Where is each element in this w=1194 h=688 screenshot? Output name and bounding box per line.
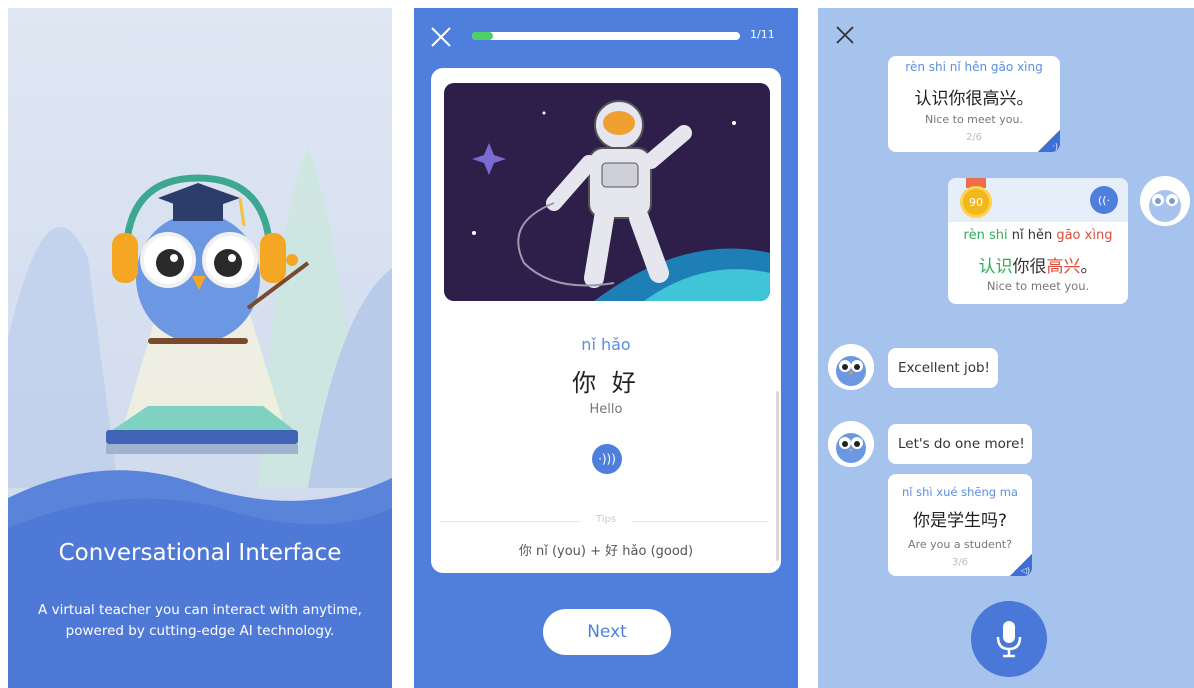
teacher-prompt-bubble: nǐ shì xué shēng ma 你是学生吗? Are you a stu… bbox=[888, 474, 1032, 576]
reply-pinyin: rèn shi nǐ hěn gāo xìng bbox=[948, 228, 1128, 243]
teacher-message: Let's do one more! bbox=[888, 424, 1032, 464]
user-avatar bbox=[1140, 176, 1190, 226]
tips-text: 你 nǐ (you) + 好 hǎo (good) bbox=[518, 544, 694, 559]
pinyin-wrong: gāo xìng bbox=[1056, 228, 1113, 243]
prompt-pinyin: nǐ shì xué shēng ma bbox=[902, 485, 1018, 499]
word-pinyin: nǐ hǎo bbox=[581, 335, 631, 354]
owl-teacher-avatar bbox=[828, 344, 874, 390]
speaker-icon: ·))) bbox=[598, 452, 616, 466]
reply-translation: Nice to meet you. bbox=[986, 279, 1090, 293]
next-button[interactable]: Next bbox=[543, 609, 671, 655]
pinyin-neutral: nǐ hěn bbox=[1011, 228, 1053, 243]
score-medal: 90 bbox=[960, 186, 992, 218]
pinyin-correct: rèn shi bbox=[963, 228, 1008, 243]
owl-teacher-illustration bbox=[8, 148, 392, 688]
astronaut-illustration bbox=[444, 83, 770, 301]
prompt-hanzi: 你是学生吗? bbox=[912, 511, 1008, 531]
microphone-icon bbox=[996, 621, 1022, 658]
intro-description: A virtual teacher you can interact with … bbox=[38, 602, 362, 639]
intro-title: Conversational Interface bbox=[58, 540, 342, 566]
reply-hanzi: 认识你很高兴。 bbox=[948, 252, 1128, 277]
word-translation: Hello bbox=[589, 402, 623, 417]
close-icon[interactable] bbox=[428, 24, 454, 50]
record-button[interactable] bbox=[971, 601, 1047, 677]
hanzi-correct: 认识 bbox=[978, 257, 1013, 277]
prompt-hanzi: 认识你很高兴。 bbox=[914, 89, 1034, 109]
speaker-icon[interactable]: ·) bbox=[1038, 130, 1060, 152]
owl-teacher-avatar bbox=[828, 421, 874, 467]
lesson-screen: 1/11 nǐ hǎo 你 好 Hello ·))) Tips 你 nǐ (yo… bbox=[414, 8, 798, 688]
intro-screen: Conversational Interface A virtual teach… bbox=[8, 8, 392, 688]
user-reply-bubble: 90 ((· rèn shi nǐ hěn gāo xìng 认识你很高兴。 N… bbox=[948, 178, 1128, 304]
flashcard: nǐ hǎo 你 好 Hello ·))) Tips 你 nǐ (you) + … bbox=[431, 68, 781, 573]
card-scrollbar[interactable] bbox=[776, 391, 779, 561]
close-icon[interactable] bbox=[834, 24, 856, 46]
prompt-counter: 2/6 bbox=[965, 132, 983, 143]
word-hanzi: 你 好 bbox=[572, 369, 640, 397]
progress-fill bbox=[472, 32, 494, 40]
prompt-pinyin: rèn shi nǐ hěn gāo xìng bbox=[905, 60, 1043, 74]
audio-wave-icon: ((· bbox=[1097, 193, 1111, 207]
prompt-translation: Are you a student? bbox=[908, 538, 1012, 551]
lesson-counter: 1/11 bbox=[750, 28, 775, 41]
replay-recording-button[interactable]: ((· bbox=[1090, 186, 1118, 214]
teacher-prompt-bubble: rèn shi nǐ hěn gāo xìng 认识你很高兴。 Nice to … bbox=[888, 56, 1060, 152]
hanzi-punctuation: 。 bbox=[1080, 257, 1098, 277]
tips-label: Tips bbox=[581, 514, 631, 525]
speaker-icon[interactable]: ◁) bbox=[1010, 554, 1032, 576]
play-audio-button[interactable]: ·))) bbox=[592, 444, 622, 474]
lesson-progress-bar bbox=[472, 32, 740, 40]
teacher-message: Excellent job! bbox=[888, 348, 998, 388]
prompt-translation: Nice to meet you. bbox=[925, 113, 1023, 126]
hanzi-wrong: 高兴 bbox=[1046, 257, 1081, 277]
chat-screen: rèn shi nǐ hěn gāo xìng 认识你很高兴。 Nice to … bbox=[818, 8, 1194, 688]
hanzi-neutral: 你很 bbox=[1012, 257, 1047, 277]
